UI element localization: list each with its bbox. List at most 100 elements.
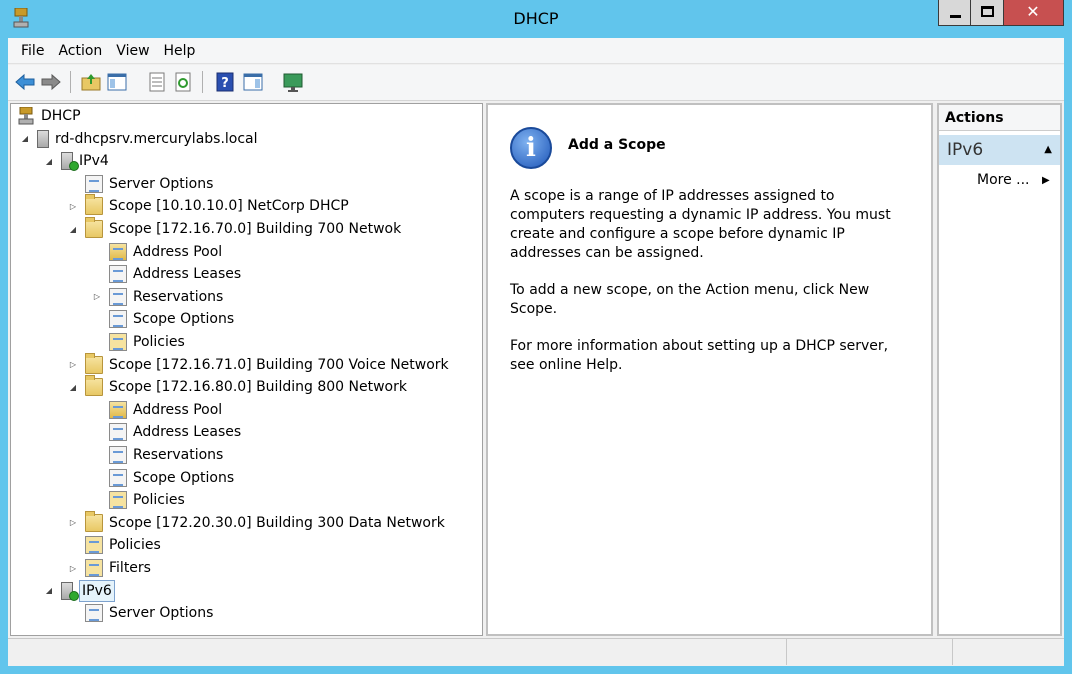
tree-item[interactable]: Policies bbox=[91, 489, 185, 511]
toolbar: ? bbox=[8, 65, 1064, 101]
close-button[interactable]: ✕ bbox=[1004, 0, 1064, 26]
window-title: DHCP bbox=[513, 9, 559, 28]
minimize-button[interactable] bbox=[938, 0, 971, 26]
expanded-arrow-icon[interactable]: ◢ bbox=[67, 223, 79, 235]
collapse-up-icon[interactable]: ▲ bbox=[1044, 135, 1052, 165]
address-pool-icon bbox=[109, 242, 127, 261]
dhcp-icon bbox=[17, 106, 35, 125]
tree-item[interactable]: ◢ IPv4 bbox=[43, 150, 109, 172]
menu-action[interactable]: Action bbox=[51, 39, 109, 63]
collapsed-arrow-icon[interactable]: ▷ bbox=[67, 517, 79, 529]
tree-item-label: Scope Options bbox=[133, 311, 235, 328]
tree-item[interactable]: Reservations bbox=[91, 444, 223, 466]
ipv6-server-icon bbox=[61, 581, 79, 601]
back-arrow-icon[interactable] bbox=[14, 71, 36, 93]
close-icon: ✕ bbox=[1026, 2, 1040, 21]
forward-arrow-icon[interactable] bbox=[40, 71, 62, 93]
tree-item[interactable]: ▷ Scope [172.20.30.0] Building 300 Data N… bbox=[67, 510, 445, 534]
menu-file[interactable]: File bbox=[14, 39, 51, 63]
client-area: File Action View Help ? DHCP ◢ rd-dhcpsrv.… bbox=[8, 38, 1064, 666]
status-bar bbox=[8, 638, 1064, 665]
maximize-icon bbox=[981, 6, 994, 17]
title-bar[interactable]: DHCP ✕ bbox=[0, 0, 1072, 38]
refresh-icon[interactable] bbox=[172, 71, 194, 93]
collapsed-arrow-icon[interactable]: ▷ bbox=[67, 200, 79, 212]
collapsed-arrow-icon[interactable]: ▷ bbox=[91, 291, 103, 303]
tree-item[interactable]: Scope Options bbox=[91, 467, 234, 489]
reservations-icon bbox=[109, 446, 127, 464]
folder-icon bbox=[85, 375, 103, 397]
window-controls: ✕ bbox=[938, 0, 1064, 26]
tree-item-label: IPv6 bbox=[79, 579, 115, 602]
tree-item-label: Reservations bbox=[133, 288, 224, 305]
tree-item[interactable]: Address Leases bbox=[91, 263, 241, 285]
expanded-arrow-icon[interactable]: ◢ bbox=[43, 585, 55, 597]
tree-item[interactable]: Server Options bbox=[67, 173, 213, 195]
expanded-arrow-icon[interactable]: ◢ bbox=[67, 381, 79, 393]
menu-view[interactable]: View bbox=[109, 39, 156, 63]
toolbar-separator bbox=[202, 71, 203, 93]
tree-item-label: Scope [172.16.71.0] Building 700 Voice N… bbox=[109, 356, 449, 373]
tree-item[interactable]: ▷ Scope [172.16.71.0] Building 700 Voice … bbox=[67, 352, 449, 376]
options-icon bbox=[109, 468, 127, 487]
tree-item[interactable]: Address Leases bbox=[91, 421, 241, 443]
tree-item[interactable]: ▷ Scope [10.10.10.0] NetCorp DHCP bbox=[67, 194, 349, 217]
tree-item[interactable]: Scope Options bbox=[91, 308, 234, 330]
tree-item[interactable]: ▷ Reservations bbox=[91, 286, 223, 308]
options-icon bbox=[85, 604, 103, 623]
actions-more-link[interactable]: More ... bbox=[977, 172, 1030, 188]
tree-item[interactable]: ◢ IPv6 bbox=[43, 579, 115, 602]
tree-item[interactable]: Policies bbox=[67, 534, 161, 556]
actions-group-ipv6[interactable]: IPv6 ▲ bbox=[939, 135, 1060, 165]
tree-item[interactable]: Address Pool bbox=[91, 399, 222, 421]
address-leases-icon bbox=[109, 423, 127, 442]
server-icon bbox=[37, 129, 49, 148]
tree-item[interactable]: Address Pool bbox=[91, 241, 222, 263]
tree-item[interactable]: ◢ Scope [172.16.80.0] Building 800 Networ… bbox=[67, 375, 407, 398]
maximize-button[interactable] bbox=[971, 0, 1004, 26]
up-folder-icon[interactable] bbox=[80, 71, 102, 93]
result-title: Add a Scope bbox=[568, 137, 666, 153]
filters-icon bbox=[85, 559, 103, 577]
tree-item-label: Filters bbox=[109, 560, 151, 576]
export-list-icon[interactable] bbox=[146, 71, 168, 93]
tree-item[interactable]: DHCP bbox=[15, 105, 81, 127]
expanded-arrow-icon[interactable]: ◢ bbox=[43, 155, 55, 167]
menu-help[interactable]: Help bbox=[157, 39, 203, 63]
monitor-icon[interactable] bbox=[282, 71, 304, 93]
console-tree[interactable]: DHCP ◢ rd-dhcpsrv.mercurylabs.local ◢ IPv4 Se… bbox=[10, 103, 483, 636]
tree-item-label: Policies bbox=[133, 334, 185, 350]
help-icon[interactable]: ? bbox=[214, 71, 236, 93]
status-ok-icon bbox=[69, 590, 79, 601]
dhcp-window: DHCP ✕ File Action View Help ? DHCP ◢ rd… bbox=[0, 0, 1072, 674]
show-action-pane-icon[interactable] bbox=[242, 71, 264, 93]
expanded-arrow-icon[interactable]: ◢ bbox=[19, 133, 31, 145]
result-description: A scope is a range of IP addresses assig… bbox=[510, 188, 891, 261]
tree-item[interactable]: ◢ rd-dhcpsrv.mercurylabs.local bbox=[19, 128, 258, 150]
tree-item-label: Server Options bbox=[109, 175, 214, 192]
tree-item[interactable]: ▷ Filters bbox=[67, 557, 151, 579]
tree-item[interactable]: Server Options bbox=[67, 602, 213, 624]
options-icon bbox=[85, 174, 103, 193]
collapsed-arrow-icon[interactable]: ▷ bbox=[67, 562, 79, 574]
policies-icon bbox=[109, 491, 127, 510]
tree-item[interactable]: ◢ Scope [172.16.70.0] Building 700 Netwok bbox=[67, 217, 401, 240]
tree-item-label: Scope [10.10.10.0] NetCorp DHCP bbox=[109, 198, 349, 215]
show-tree-icon[interactable] bbox=[106, 71, 128, 93]
minimize-icon bbox=[950, 15, 961, 18]
address-leases-icon bbox=[109, 265, 127, 284]
tree-item-label: Address Leases bbox=[133, 266, 242, 283]
tree-item-label: Scope [172.16.80.0] Building 800 Network bbox=[109, 379, 407, 396]
status-segment bbox=[952, 639, 1064, 665]
tree-item[interactable]: Policies bbox=[91, 331, 185, 353]
collapsed-arrow-icon[interactable]: ▷ bbox=[67, 359, 79, 371]
